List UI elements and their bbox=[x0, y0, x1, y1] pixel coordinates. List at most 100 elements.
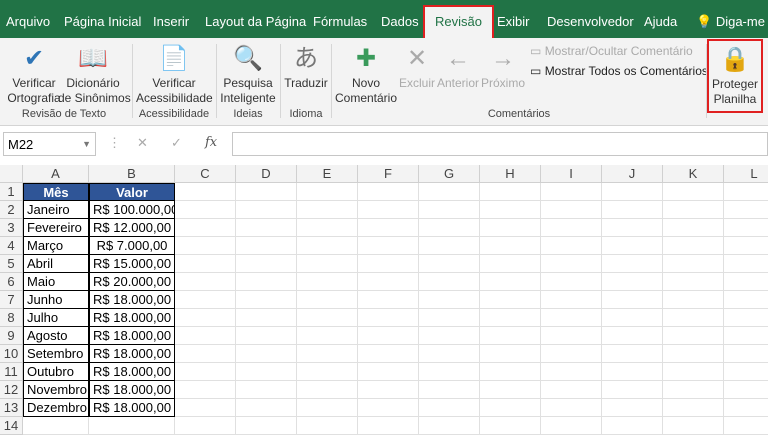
column-header[interactable]: D bbox=[236, 165, 297, 183]
cell[interactable] bbox=[541, 381, 602, 399]
cell[interactable] bbox=[480, 363, 541, 381]
cell[interactable] bbox=[236, 291, 297, 309]
thesaurus-button[interactable]: 📖 Dicionário de Sinônimos bbox=[58, 40, 131, 106]
cell[interactable] bbox=[236, 363, 297, 381]
cell[interactable] bbox=[480, 327, 541, 345]
cell[interactable] bbox=[236, 399, 297, 417]
cell[interactable] bbox=[602, 327, 663, 345]
cell[interactable] bbox=[724, 381, 768, 399]
cell[interactable] bbox=[663, 363, 724, 381]
cell[interactable] bbox=[358, 273, 419, 291]
cell[interactable] bbox=[358, 363, 419, 381]
cell[interactable] bbox=[175, 309, 236, 327]
cell[interactable] bbox=[541, 201, 602, 219]
translate-button[interactable]: あ Traduzir bbox=[282, 40, 330, 91]
tab-inserir[interactable]: Inserir bbox=[153, 0, 189, 38]
tab-ajuda[interactable]: Ajuda bbox=[644, 0, 677, 38]
cell[interactable] bbox=[602, 291, 663, 309]
cell[interactable] bbox=[358, 381, 419, 399]
cell[interactable] bbox=[663, 201, 724, 219]
cell[interactable] bbox=[236, 345, 297, 363]
column-header[interactable]: A bbox=[23, 165, 89, 183]
cell[interactable] bbox=[602, 237, 663, 255]
cell[interactable] bbox=[602, 183, 663, 201]
cell[interactable] bbox=[541, 417, 602, 435]
protect-sheet-button[interactable]: 🔒 Proteger Planilha bbox=[707, 39, 763, 113]
cell[interactable] bbox=[358, 327, 419, 345]
cell[interactable] bbox=[419, 345, 480, 363]
row-header[interactable]: 4 bbox=[0, 237, 23, 255]
table-cell[interactable]: R$ 18.000,00 bbox=[89, 399, 175, 417]
cell[interactable] bbox=[480, 309, 541, 327]
row-header[interactable]: 8 bbox=[0, 309, 23, 327]
tab-revisao[interactable]: Revisão bbox=[423, 5, 494, 40]
table-cell[interactable]: Março bbox=[23, 237, 89, 255]
cell[interactable] bbox=[724, 291, 768, 309]
cell[interactable] bbox=[175, 183, 236, 201]
delete-comment-button[interactable]: ✕ Excluir bbox=[398, 40, 436, 91]
cell[interactable] bbox=[541, 363, 602, 381]
cell[interactable] bbox=[297, 255, 358, 273]
column-header[interactable]: I bbox=[541, 165, 602, 183]
cell[interactable] bbox=[663, 327, 724, 345]
tell-me-search[interactable]: 💡 Diga-me o bbox=[696, 0, 768, 38]
table-cell[interactable]: Maio bbox=[23, 273, 89, 291]
cell[interactable] bbox=[419, 183, 480, 201]
cell[interactable] bbox=[236, 237, 297, 255]
cell[interactable] bbox=[724, 255, 768, 273]
cell[interactable] bbox=[480, 183, 541, 201]
table-cell[interactable]: R$ 12.000,00 bbox=[89, 219, 175, 237]
cell[interactable] bbox=[358, 309, 419, 327]
cell[interactable] bbox=[724, 237, 768, 255]
cell[interactable] bbox=[419, 381, 480, 399]
table-cell[interactable]: R$ 18.000,00 bbox=[89, 291, 175, 309]
column-header[interactable]: C bbox=[175, 165, 236, 183]
cell[interactable] bbox=[724, 183, 768, 201]
column-header[interactable]: F bbox=[358, 165, 419, 183]
cell[interactable] bbox=[602, 363, 663, 381]
accessibility-button[interactable]: 📄 Verificar Acessibilidade bbox=[136, 40, 213, 106]
column-header[interactable]: G bbox=[419, 165, 480, 183]
cell[interactable] bbox=[175, 417, 236, 435]
header-cell[interactable]: Mês bbox=[23, 183, 89, 201]
cell[interactable] bbox=[724, 417, 768, 435]
cell[interactable] bbox=[602, 255, 663, 273]
cell[interactable] bbox=[663, 291, 724, 309]
cell[interactable] bbox=[724, 309, 768, 327]
cell[interactable] bbox=[236, 309, 297, 327]
cell[interactable] bbox=[236, 183, 297, 201]
cell[interactable] bbox=[419, 417, 480, 435]
row-header[interactable]: 14 bbox=[0, 417, 23, 435]
cell[interactable] bbox=[297, 273, 358, 291]
function-icon[interactable]: fx bbox=[205, 135, 217, 150]
row-header[interactable]: 12 bbox=[0, 381, 23, 399]
tab-pagina-inicial[interactable]: Página Inicial bbox=[64, 0, 141, 38]
cell[interactable] bbox=[236, 327, 297, 345]
header-cell[interactable]: Valor bbox=[89, 183, 175, 201]
cell[interactable] bbox=[602, 273, 663, 291]
spelling-button[interactable]: ✔ Verificar Ortografia bbox=[2, 40, 66, 106]
show-all-comments-button[interactable]: ▭ Mostrar Todos os Comentários bbox=[530, 64, 708, 79]
formula-input[interactable] bbox=[232, 132, 768, 156]
table-cell[interactable]: Abril bbox=[23, 255, 89, 273]
cell[interactable] bbox=[602, 381, 663, 399]
cell[interactable] bbox=[541, 183, 602, 201]
tab-layout[interactable]: Layout da Página bbox=[205, 0, 306, 38]
cell[interactable] bbox=[358, 201, 419, 219]
cell[interactable] bbox=[419, 363, 480, 381]
cell[interactable] bbox=[297, 417, 358, 435]
tab-desenvolvedor[interactable]: Desenvolvedor bbox=[547, 0, 634, 38]
table-cell[interactable]: Julho bbox=[23, 309, 89, 327]
cell[interactable] bbox=[602, 345, 663, 363]
column-header[interactable]: E bbox=[297, 165, 358, 183]
tab-arquivo[interactable]: Arquivo bbox=[6, 0, 50, 38]
cell[interactable] bbox=[419, 291, 480, 309]
table-cell[interactable]: R$ 7.000,00 bbox=[89, 237, 175, 255]
cell[interactable] bbox=[358, 237, 419, 255]
cell[interactable] bbox=[663, 399, 724, 417]
cell[interactable] bbox=[663, 309, 724, 327]
cell[interactable] bbox=[175, 273, 236, 291]
column-header[interactable]: L bbox=[724, 165, 768, 183]
cell[interactable] bbox=[480, 417, 541, 435]
row-header[interactable]: 11 bbox=[0, 363, 23, 381]
